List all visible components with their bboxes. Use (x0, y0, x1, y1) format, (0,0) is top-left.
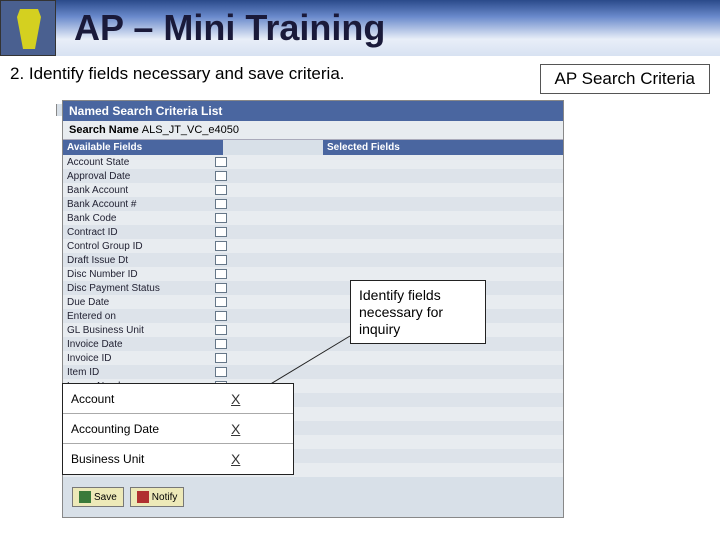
col-available: Available Fields (63, 140, 223, 155)
field-row: Item ID (63, 365, 563, 379)
field-label: Disc Number ID (63, 269, 213, 280)
buttons-row: Save Notify (72, 487, 184, 507)
popout-mark[interactable]: X (231, 451, 240, 467)
field-row: GL Business Unit (63, 323, 563, 337)
field-checkbox[interactable] (215, 185, 227, 195)
selected-fields-popout: Account X Accounting Date X Business Uni… (62, 383, 294, 475)
field-row: Bank Code (63, 211, 563, 225)
popout-label: Accounting Date (71, 422, 231, 436)
field-label: Due Date (63, 297, 213, 308)
field-row: Control Group ID (63, 239, 563, 253)
field-label: Control Group ID (63, 241, 213, 252)
criteria-badge: AP Search Criteria (540, 64, 710, 94)
field-checkbox[interactable] (215, 325, 227, 335)
instruction-text: 2. Identify fields necessary and save cr… (10, 64, 345, 84)
field-label: Entered on (63, 311, 213, 322)
field-label: Invoice Date (63, 339, 213, 350)
slide-title: AP – Mini Training (74, 7, 385, 49)
search-label: Search Name (69, 124, 139, 136)
notify-button[interactable]: Notify (130, 487, 185, 507)
save-button[interactable]: Save (72, 487, 124, 507)
save-icon (79, 491, 91, 503)
popout-label: Account (71, 392, 231, 406)
field-row: Approval Date (63, 169, 563, 183)
field-label: Contract ID (63, 227, 213, 238)
field-row: Invoice ID (63, 351, 563, 365)
field-label: Bank Account (63, 185, 213, 196)
field-label: Bank Account # (63, 199, 213, 210)
popout-label: Business Unit (71, 452, 231, 466)
field-row: Due Date (63, 295, 563, 309)
field-checkbox[interactable] (215, 255, 227, 265)
field-label: Draft Issue Dt (63, 255, 213, 266)
field-row: Disc Number ID (63, 267, 563, 281)
field-row: Disc Payment Status (63, 281, 563, 295)
popout-row: Business Unit X (63, 444, 293, 474)
field-row: Account State (63, 155, 563, 169)
logo-image (0, 0, 56, 56)
field-checkbox[interactable] (215, 157, 227, 167)
field-checkbox[interactable] (215, 353, 227, 363)
field-label: Disc Payment Status (63, 283, 213, 294)
search-row: Search Name ALS_JT_VC_e4050 (63, 121, 563, 140)
field-label: GL Business Unit (63, 325, 213, 336)
callout-box: Identify fields necessary for inquiry (350, 280, 486, 344)
field-label: Approval Date (63, 171, 213, 182)
save-label: Save (94, 492, 117, 503)
popout-mark[interactable]: X (231, 421, 240, 437)
slide-header: AP – Mini Training (0, 0, 720, 56)
field-label: Item ID (63, 367, 213, 378)
field-checkbox[interactable] (215, 283, 227, 293)
field-row: Draft Issue Dt (63, 253, 563, 267)
field-checkbox[interactable] (215, 311, 227, 321)
field-row: Contract ID (63, 225, 563, 239)
field-checkbox[interactable] (215, 241, 227, 251)
notify-label: Notify (152, 492, 178, 503)
notify-icon (137, 491, 149, 503)
popout-row: Account X (63, 384, 293, 414)
field-checkbox[interactable] (215, 199, 227, 209)
field-label: Account State (63, 157, 213, 168)
popout-row: Accounting Date X (63, 414, 293, 444)
field-checkbox[interactable] (215, 269, 227, 279)
field-checkbox[interactable] (215, 297, 227, 307)
field-checkbox[interactable] (215, 339, 227, 349)
search-value: ALS_JT_VC_e4050 (142, 124, 282, 136)
field-label: Invoice ID (63, 353, 213, 364)
field-checkbox[interactable] (215, 171, 227, 181)
title-box: AP – Mini Training (64, 5, 395, 51)
sub-row: 2. Identify fields necessary and save cr… (0, 56, 720, 98)
field-row: Bank Account # (63, 197, 563, 211)
field-checkbox[interactable] (215, 213, 227, 223)
field-row: Invoice Date (63, 337, 563, 351)
field-row: Bank Account (63, 183, 563, 197)
field-checkbox[interactable] (215, 227, 227, 237)
field-row: Entered on (63, 309, 563, 323)
popout-mark[interactable]: X (231, 391, 240, 407)
window-title: Named Search Criteria List (63, 101, 563, 121)
col-selected: Selected Fields (323, 140, 563, 155)
field-checkbox[interactable] (215, 367, 227, 377)
columns-header: Available Fields Selected Fields (63, 140, 563, 155)
field-label: Bank Code (63, 213, 213, 224)
